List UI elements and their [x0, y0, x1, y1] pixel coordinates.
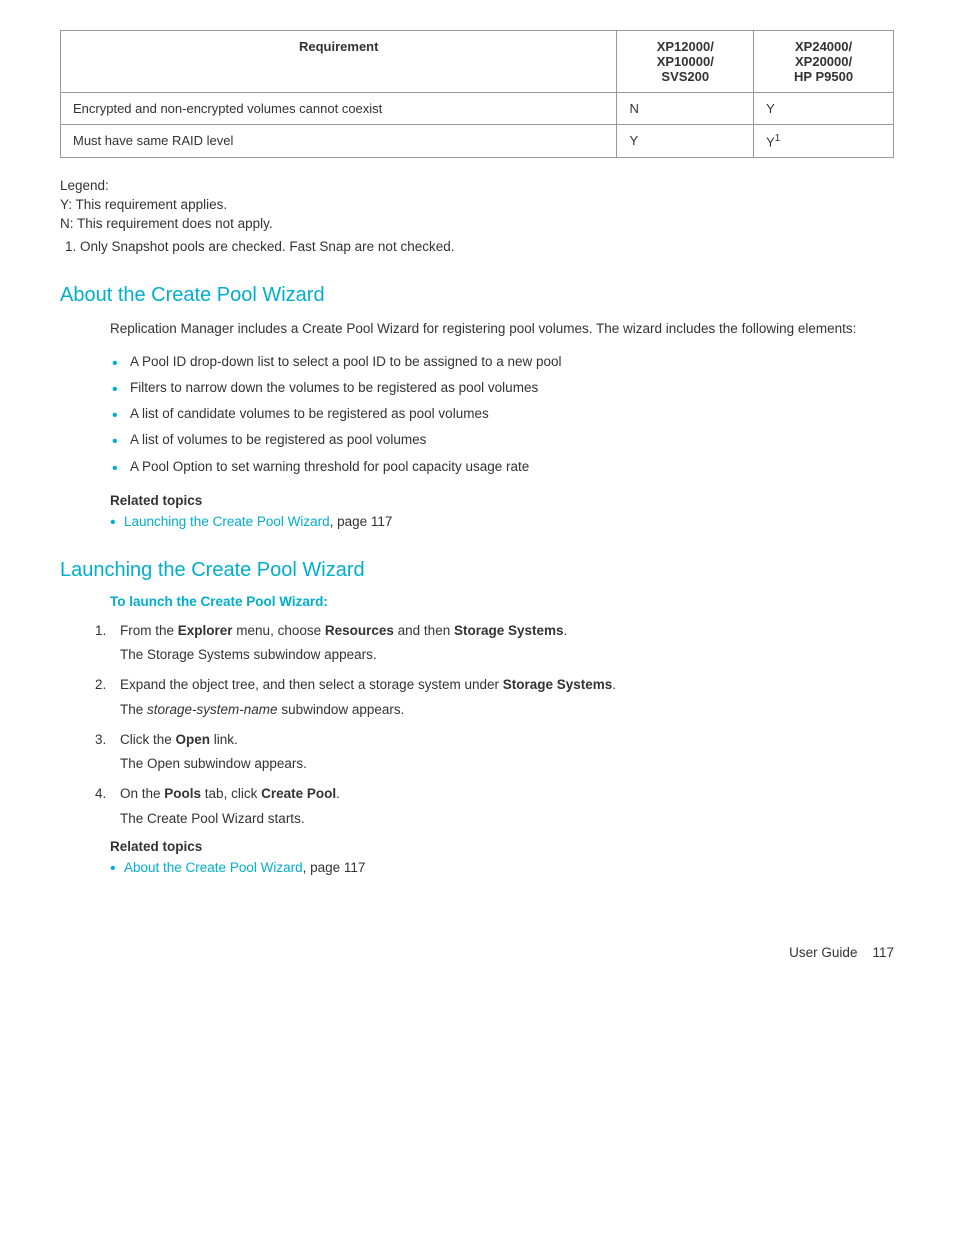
launching-steps-list: From the Explorer menu, choose Resources… — [60, 621, 894, 829]
step1-bold3: Storage Systems — [454, 623, 564, 638]
table-row: Encrypted and non-encrypted volumes cann… — [61, 93, 894, 125]
about-link-suffix: , page 117 — [330, 514, 393, 529]
step3-bold1: Open — [176, 732, 211, 747]
table-header-requirement: Requirement — [61, 31, 617, 93]
bullet-item: Filters to narrow down the volumes to be… — [130, 378, 894, 398]
step2-italic: storage-system-name — [147, 702, 278, 717]
bullet-item: A list of candidate volumes to be regist… — [130, 404, 894, 424]
launching-sub-heading: To launch the Create Pool Wizard: — [60, 594, 894, 609]
about-related-topics-label: Related topics — [60, 493, 894, 508]
about-bullets-list: A Pool ID drop-down list to select a poo… — [60, 352, 894, 477]
launching-wizard-link[interactable]: Launching the Create Pool Wizard — [124, 514, 330, 529]
table-header-xp12000: XP12000/ XP10000/ SVS200 — [617, 31, 754, 93]
step1-subtext: The Storage Systems subwindow appears. — [120, 645, 894, 665]
table-row: Must have same RAID level Y Y1 — [61, 125, 894, 158]
step1-bold1: Explorer — [178, 623, 233, 638]
legend-numbered-list: Only Snapshot pools are checked. Fast Sn… — [60, 239, 894, 254]
legend-label: Legend: — [60, 178, 894, 193]
step-4: On the Pools tab, click Create Pool. The… — [110, 784, 894, 829]
legend-item-y: Y: This requirement applies. — [60, 197, 894, 212]
table-header-xp24000: XP24000/ XP20000/ HP P9500 — [754, 31, 894, 93]
table-cell-xp24-row2: Y1 — [754, 125, 894, 158]
launching-section-heading: Launching the Create Pool Wizard — [60, 559, 894, 582]
about-related-link-item: Launching the Create Pool Wizard, page 1… — [60, 514, 894, 529]
step4-bold2: Create Pool — [261, 786, 336, 801]
requirements-table: Requirement XP12000/ XP10000/ SVS200 XP2… — [60, 30, 894, 158]
step4-bold1: Pools — [164, 786, 201, 801]
legend-numbered-item: Only Snapshot pools are checked. Fast Sn… — [80, 239, 894, 254]
bullet-item: A list of volumes to be registered as po… — [130, 430, 894, 450]
footnote-superscript: 1 — [775, 133, 781, 144]
legend-item-n: N: This requirement does not apply. — [60, 216, 894, 231]
legend-section: Legend: Y: This requirement applies. N: … — [60, 178, 894, 254]
table-cell-xp12-row1: N — [617, 93, 754, 125]
step3-subtext: The Open subwindow appears. — [120, 754, 894, 774]
launching-related-link-item: About the Create Pool Wizard, page 117 — [60, 860, 894, 875]
step2-subtext: The storage-system-name subwindow appear… — [120, 700, 894, 720]
page-number: 117 — [872, 945, 894, 960]
page-content: Requirement XP12000/ XP10000/ SVS200 XP2… — [60, 30, 894, 960]
about-wizard-link[interactable]: About the Create Pool Wizard — [124, 860, 303, 875]
about-intro-text: Replication Manager includes a Create Po… — [60, 319, 894, 339]
bullet-item: A Pool Option to set warning threshold f… — [130, 457, 894, 477]
bullet-item: A Pool ID drop-down list to select a poo… — [130, 352, 894, 372]
page-footer: User Guide 117 — [60, 935, 894, 960]
step-2: Expand the object tree, and then select … — [110, 675, 894, 720]
table-cell-xp12-row2: Y — [617, 125, 754, 158]
table-cell-req2: Must have same RAID level — [61, 125, 617, 158]
launching-link-suffix: , page 117 — [303, 860, 366, 875]
table-cell-req1: Encrypted and non-encrypted volumes cann… — [61, 93, 617, 125]
table-cell-xp24-row1: Y — [754, 93, 894, 125]
footer-label: User Guide — [789, 945, 857, 960]
step4-subtext: The Create Pool Wizard starts. — [120, 809, 894, 829]
step2-bold1: Storage Systems — [503, 677, 613, 692]
launching-related-topics-label: Related topics — [60, 839, 894, 854]
step1-bold2: Resources — [325, 623, 394, 638]
step-1: From the Explorer menu, choose Resources… — [110, 621, 894, 666]
step-3: Click the Open link. The Open subwindow … — [110, 730, 894, 775]
about-section-heading: About the Create Pool Wizard — [60, 284, 894, 307]
